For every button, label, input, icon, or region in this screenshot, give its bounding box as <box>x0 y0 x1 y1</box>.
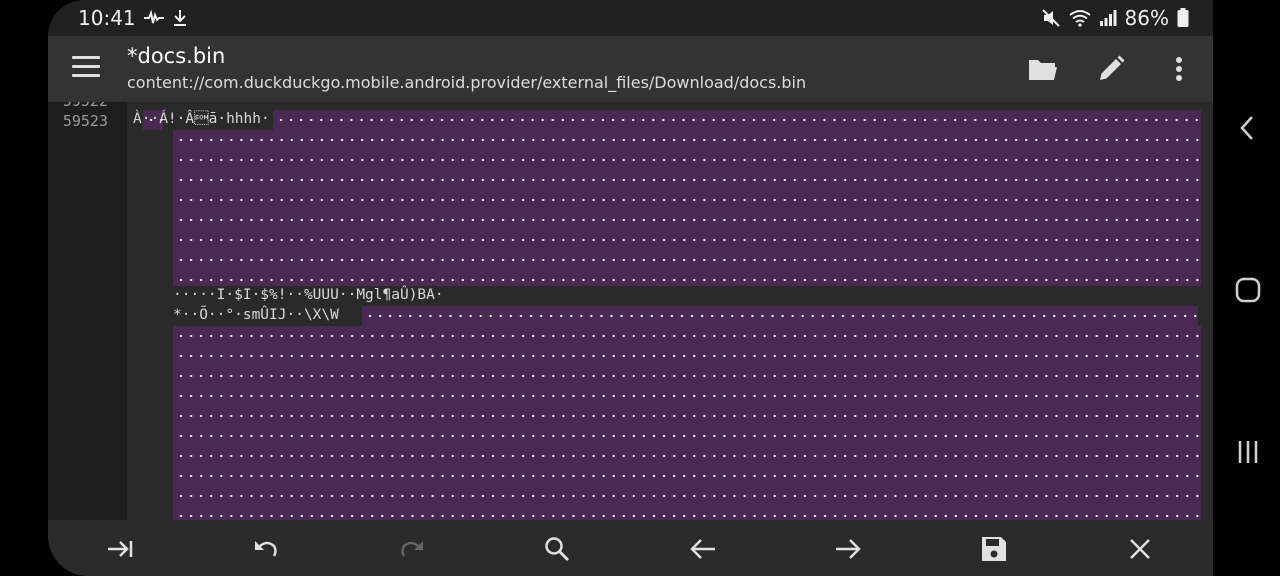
wifi-icon <box>1068 10 1091 27</box>
search-icon[interactable] <box>542 534 572 564</box>
arrow-left-icon[interactable] <box>688 534 718 564</box>
text-content[interactable]: --· À··Á!·Âā·hhhh· ·····I·$I·$%!··%UUU·… <box>127 102 1213 520</box>
line-number: 59522 <box>63 102 108 110</box>
activity-icon <box>143 10 164 24</box>
home-icon[interactable] <box>1233 275 1263 305</box>
selection-highlight <box>273 110 1201 130</box>
menu-icon[interactable] <box>72 56 100 78</box>
tab-icon[interactable] <box>105 534 135 564</box>
mute-icon <box>1041 9 1060 27</box>
editor-area[interactable]: 59522 59523 --· À··Á!·Âā·hhhh· ·····I·$… <box>48 102 1213 520</box>
arrow-right-icon[interactable] <box>833 534 863 564</box>
download-icon <box>173 10 186 26</box>
battery-icon <box>1177 8 1189 27</box>
selection-highlight <box>362 306 1198 326</box>
signal-icon <box>1099 10 1117 26</box>
pencil-icon[interactable] <box>1094 52 1128 86</box>
open-folder-icon[interactable] <box>1026 52 1060 86</box>
redo-icon[interactable] <box>397 534 427 564</box>
file-path: content://com.duckduckgo.mobile.android.… <box>127 73 807 92</box>
app-bar: *docs.bin content://com.duckduckgo.mobil… <box>48 36 1213 102</box>
recents-icon[interactable] <box>1233 437 1263 467</box>
selection-highlight <box>173 326 1201 520</box>
selection-highlight <box>173 130 1201 286</box>
clock: 10:41 <box>78 6 136 30</box>
line-number-gutter: 59522 59523 <box>48 102 126 520</box>
bottom-toolbar <box>48 520 1213 576</box>
save-icon[interactable] <box>979 534 1009 564</box>
line-number: 59523 <box>62 112 108 130</box>
code-line: *··Õ··°·ѕmÛIJ··\X\W <box>173 307 339 323</box>
undo-icon[interactable] <box>251 534 281 564</box>
back-icon[interactable] <box>1233 113 1263 143</box>
status-bar: 10:41 86% <box>48 0 1213 36</box>
code-line: À··Á!·Âā·hhhh· <box>133 111 270 127</box>
battery-percent: 86% <box>1124 6 1169 30</box>
close-icon[interactable] <box>1125 534 1155 564</box>
file-title: *docs.bin <box>127 44 226 68</box>
more-vert-icon[interactable] <box>1162 52 1196 86</box>
system-nav-bar <box>1213 0 1280 576</box>
code-line: ·····I·$I·$%!··%UUU··Mgl¶aÛ)BA· <box>173 287 444 303</box>
